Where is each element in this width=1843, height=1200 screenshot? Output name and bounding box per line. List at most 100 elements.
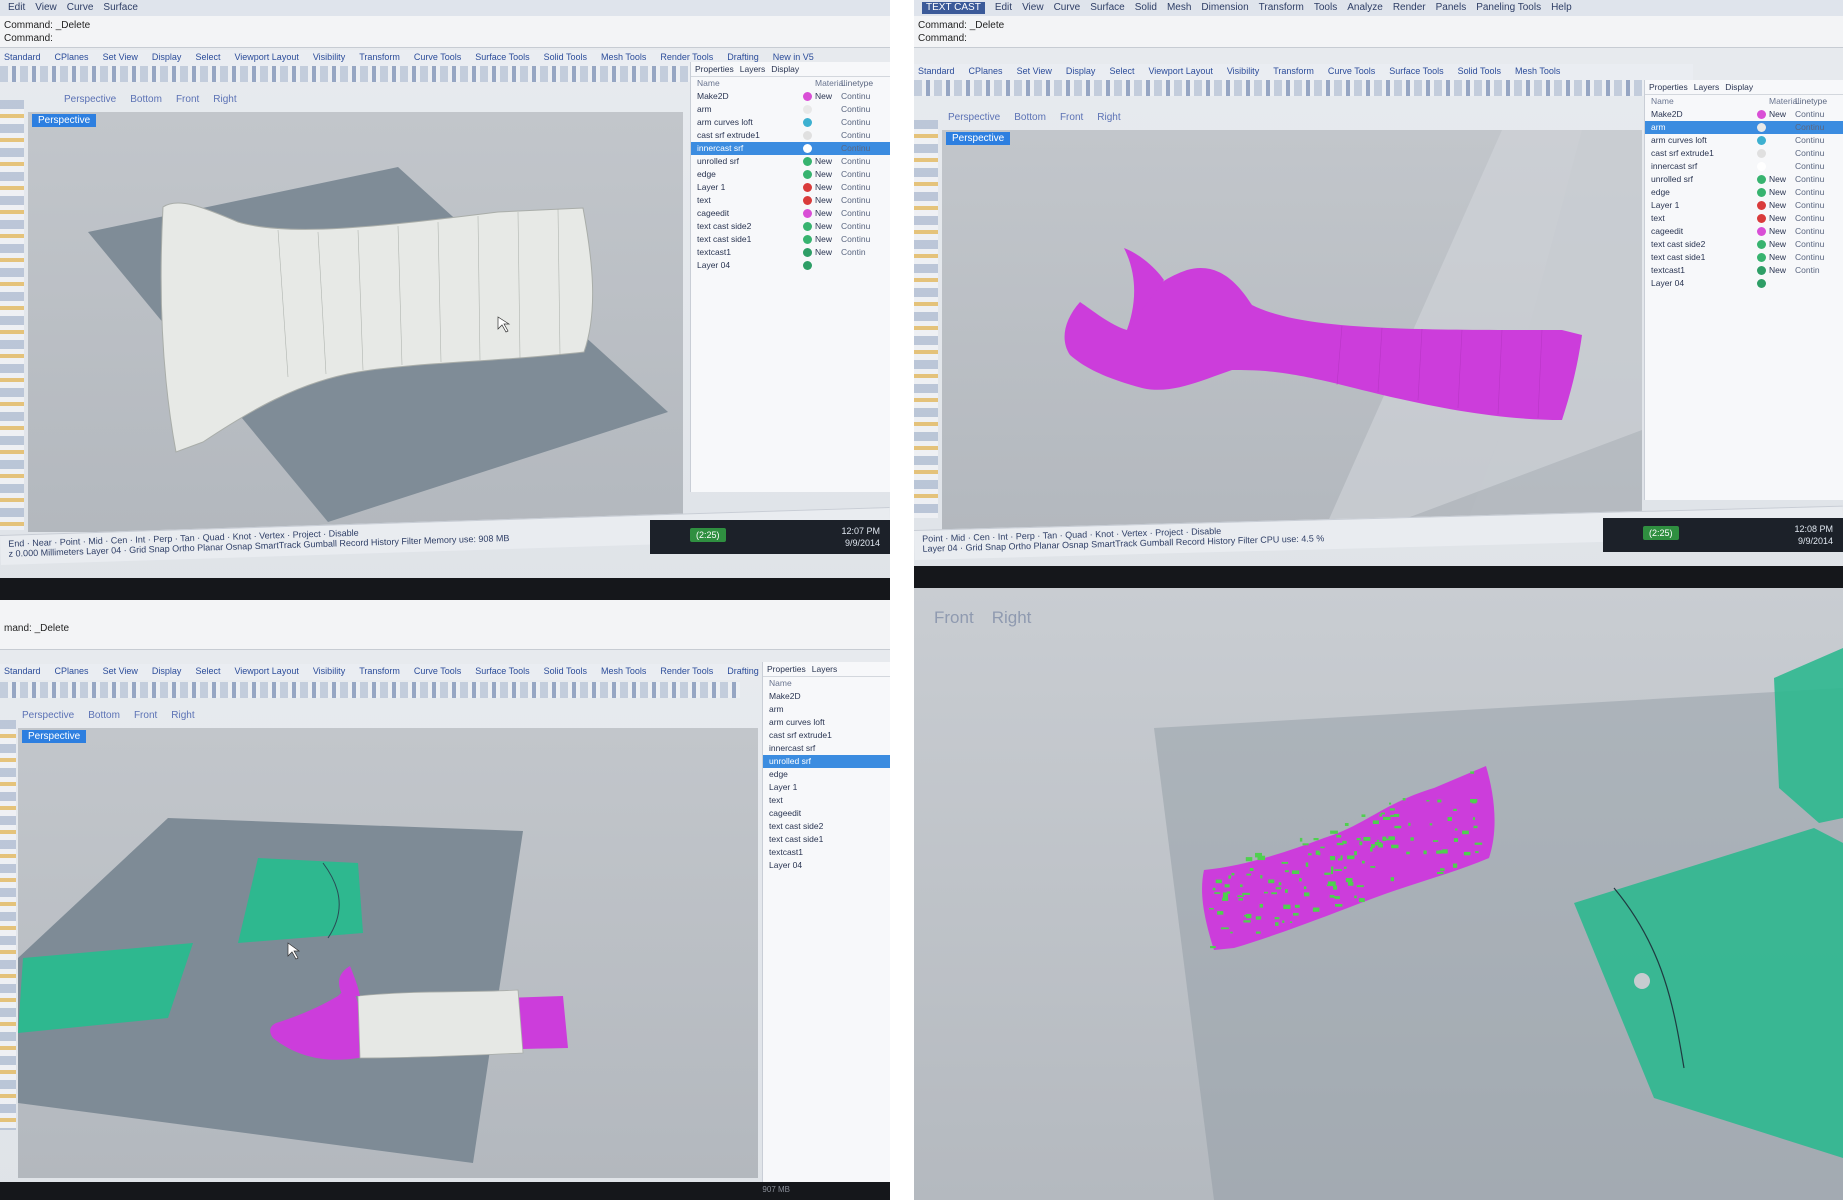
osnap-end[interactable]: End — [8, 538, 24, 548]
menu-item[interactable]: Panels — [1436, 2, 1467, 14]
menu-item[interactable]: Surface — [1090, 2, 1124, 14]
tab-surface-tools[interactable]: Surface Tools — [475, 666, 529, 678]
menu-item[interactable]: Surface — [103, 2, 137, 14]
toggle-ortho[interactable]: Ortho — [1008, 541, 1031, 552]
tab-drafting[interactable]: Drafting — [727, 666, 759, 678]
tab-perspective[interactable]: Perspective — [64, 94, 116, 105]
tab-viewport-layout[interactable]: Viewport Layout — [234, 666, 298, 678]
tab-right[interactable]: Right — [171, 710, 194, 721]
layer-row[interactable]: Layer 04 — [691, 259, 890, 272]
osnap-tan[interactable]: Tan — [1042, 530, 1057, 540]
layer-color-swatch[interactable] — [1757, 149, 1766, 158]
tab-layers[interactable]: Layers — [812, 664, 838, 674]
menu-item[interactable]: Curve — [1054, 2, 1081, 14]
toggle-filter[interactable]: Filter — [1238, 535, 1258, 546]
layer-row[interactable]: arm curves loft — [763, 716, 890, 729]
layer-color-swatch[interactable] — [803, 170, 812, 179]
layer-row[interactable]: Layer 04 — [763, 859, 890, 872]
current-layer[interactable]: Layer 04 — [86, 545, 121, 556]
layer-color-swatch[interactable] — [803, 209, 812, 218]
tab-bottom[interactable]: Bottom — [130, 94, 162, 105]
layer-row[interactable]: Make2D — [763, 690, 890, 703]
layer-row[interactable]: innercast srf Continu — [691, 142, 890, 155]
layer-row[interactable]: edge New Continu — [1645, 186, 1843, 199]
tab-setview[interactable]: Set View — [1017, 66, 1052, 78]
layer-color-swatch[interactable] — [1757, 253, 1766, 262]
layer-color-swatch[interactable] — [803, 222, 812, 231]
layer-row[interactable]: cageedit New Continu — [691, 207, 890, 220]
layer-row[interactable]: arm Continu — [1645, 121, 1843, 134]
osnap-knot[interactable]: Knot — [233, 531, 252, 542]
layer-row[interactable]: arm — [763, 703, 890, 716]
tab-display[interactable]: Display — [152, 52, 182, 64]
layer-row[interactable]: Make2D New Continu — [1645, 108, 1843, 121]
menu-item[interactable]: Paneling Tools — [1476, 2, 1541, 14]
command-area[interactable]: Command: _Delete Command: — [914, 16, 1843, 48]
tab-surface-tools[interactable]: Surface Tools — [1389, 66, 1443, 78]
viewport-label[interactable]: Perspective — [32, 114, 97, 127]
tab-display[interactable]: Display — [152, 666, 182, 678]
layer-row[interactable]: innercast srf Continu — [1645, 160, 1843, 173]
toolbar-icons[interactable] — [0, 682, 740, 698]
tab-curve-tools[interactable]: Curve Tools — [414, 666, 461, 678]
side-toolbar[interactable] — [0, 100, 24, 530]
tab-right[interactable]: Right — [213, 94, 236, 105]
osnap-cen[interactable]: Cen — [973, 532, 990, 542]
tab-transform[interactable]: Transform — [359, 52, 400, 64]
layer-row[interactable]: Make2D New Continu — [691, 90, 890, 103]
tab-select[interactable]: Select — [1109, 66, 1134, 78]
layer-row[interactable]: Layer 1 New Continu — [1645, 199, 1843, 212]
tab-viewport-layout[interactable]: Viewport Layout — [234, 52, 298, 64]
toggle-filter[interactable]: Filter — [401, 536, 421, 547]
viewport-label[interactable]: Perspective — [22, 730, 87, 743]
current-layer[interactable]: Layer 04 — [922, 543, 957, 554]
toggle-planar[interactable]: Planar — [197, 542, 223, 553]
tab-solid-tools[interactable]: Solid Tools — [1458, 66, 1501, 78]
tab-display[interactable]: Display — [1066, 66, 1096, 78]
osnap-quad[interactable]: Quad — [1065, 529, 1087, 540]
tab-perspective[interactable]: Perspective — [22, 710, 74, 721]
layer-color-swatch[interactable] — [1757, 240, 1766, 249]
tab-properties[interactable]: Properties — [767, 664, 806, 674]
layer-row[interactable]: text cast side2 New Continu — [691, 220, 890, 233]
tab-mesh-tools[interactable]: Mesh Tools — [601, 666, 646, 678]
menu-item[interactable]: Curve — [67, 2, 94, 14]
toggle-osnap[interactable]: Osnap — [226, 541, 253, 552]
toggle-record-history[interactable]: Record History — [1176, 536, 1236, 548]
menu-item[interactable]: Edit — [995, 2, 1012, 14]
osnap-tan[interactable]: Tan — [180, 533, 195, 543]
layer-color-swatch[interactable] — [803, 261, 812, 270]
tab-bottom[interactable]: Bottom — [88, 710, 120, 721]
osnap-int[interactable]: Int — [135, 534, 145, 544]
tab-visibility[interactable]: Visibility — [313, 52, 345, 64]
menu-item[interactable]: Mesh — [1167, 2, 1191, 14]
tab-cplanes[interactable]: CPlanes — [55, 666, 89, 678]
tab-layers[interactable]: Layers — [740, 64, 766, 74]
layer-color-swatch[interactable] — [1757, 227, 1766, 236]
layer-color-swatch[interactable] — [1757, 188, 1766, 197]
layer-row[interactable]: edge — [763, 768, 890, 781]
layer-row[interactable]: innercast srf — [763, 742, 890, 755]
tab-solid-tools[interactable]: Solid Tools — [544, 52, 587, 64]
tab-select[interactable]: Select — [195, 666, 220, 678]
layer-row[interactable]: cageedit — [763, 807, 890, 820]
layer-color-swatch[interactable] — [803, 183, 812, 192]
tab-perspective[interactable]: Perspective — [948, 112, 1000, 123]
layer-color-swatch[interactable] — [1757, 123, 1766, 132]
tab-viewport-layout[interactable]: Viewport Layout — [1148, 66, 1212, 78]
osnap-near[interactable]: Near — [32, 537, 52, 548]
layer-row[interactable]: text New Continu — [1645, 212, 1843, 225]
layer-color-swatch[interactable] — [803, 248, 812, 257]
layer-row[interactable]: cageedit New Continu — [1645, 225, 1843, 238]
tab-mesh-tools[interactable]: Mesh Tools — [601, 52, 646, 64]
layer-row[interactable]: textcast1 — [763, 846, 890, 859]
tab-surface-tools[interactable]: Surface Tools — [475, 52, 529, 64]
tab-front[interactable]: Front — [134, 710, 157, 721]
menu-item[interactable]: Edit — [8, 2, 25, 14]
taskbar-clock[interactable]: 12:07 PM 9/9/2014 — [841, 525, 880, 549]
layer-row[interactable]: cast srf extrude1 Continu — [1645, 147, 1843, 160]
menu-item[interactable]: Analyze — [1347, 2, 1383, 14]
tab-solid-tools[interactable]: Solid Tools — [544, 666, 587, 678]
toggle-osnap[interactable]: Osnap — [1062, 539, 1089, 550]
layer-row[interactable]: arm curves loft Continu — [691, 116, 890, 129]
